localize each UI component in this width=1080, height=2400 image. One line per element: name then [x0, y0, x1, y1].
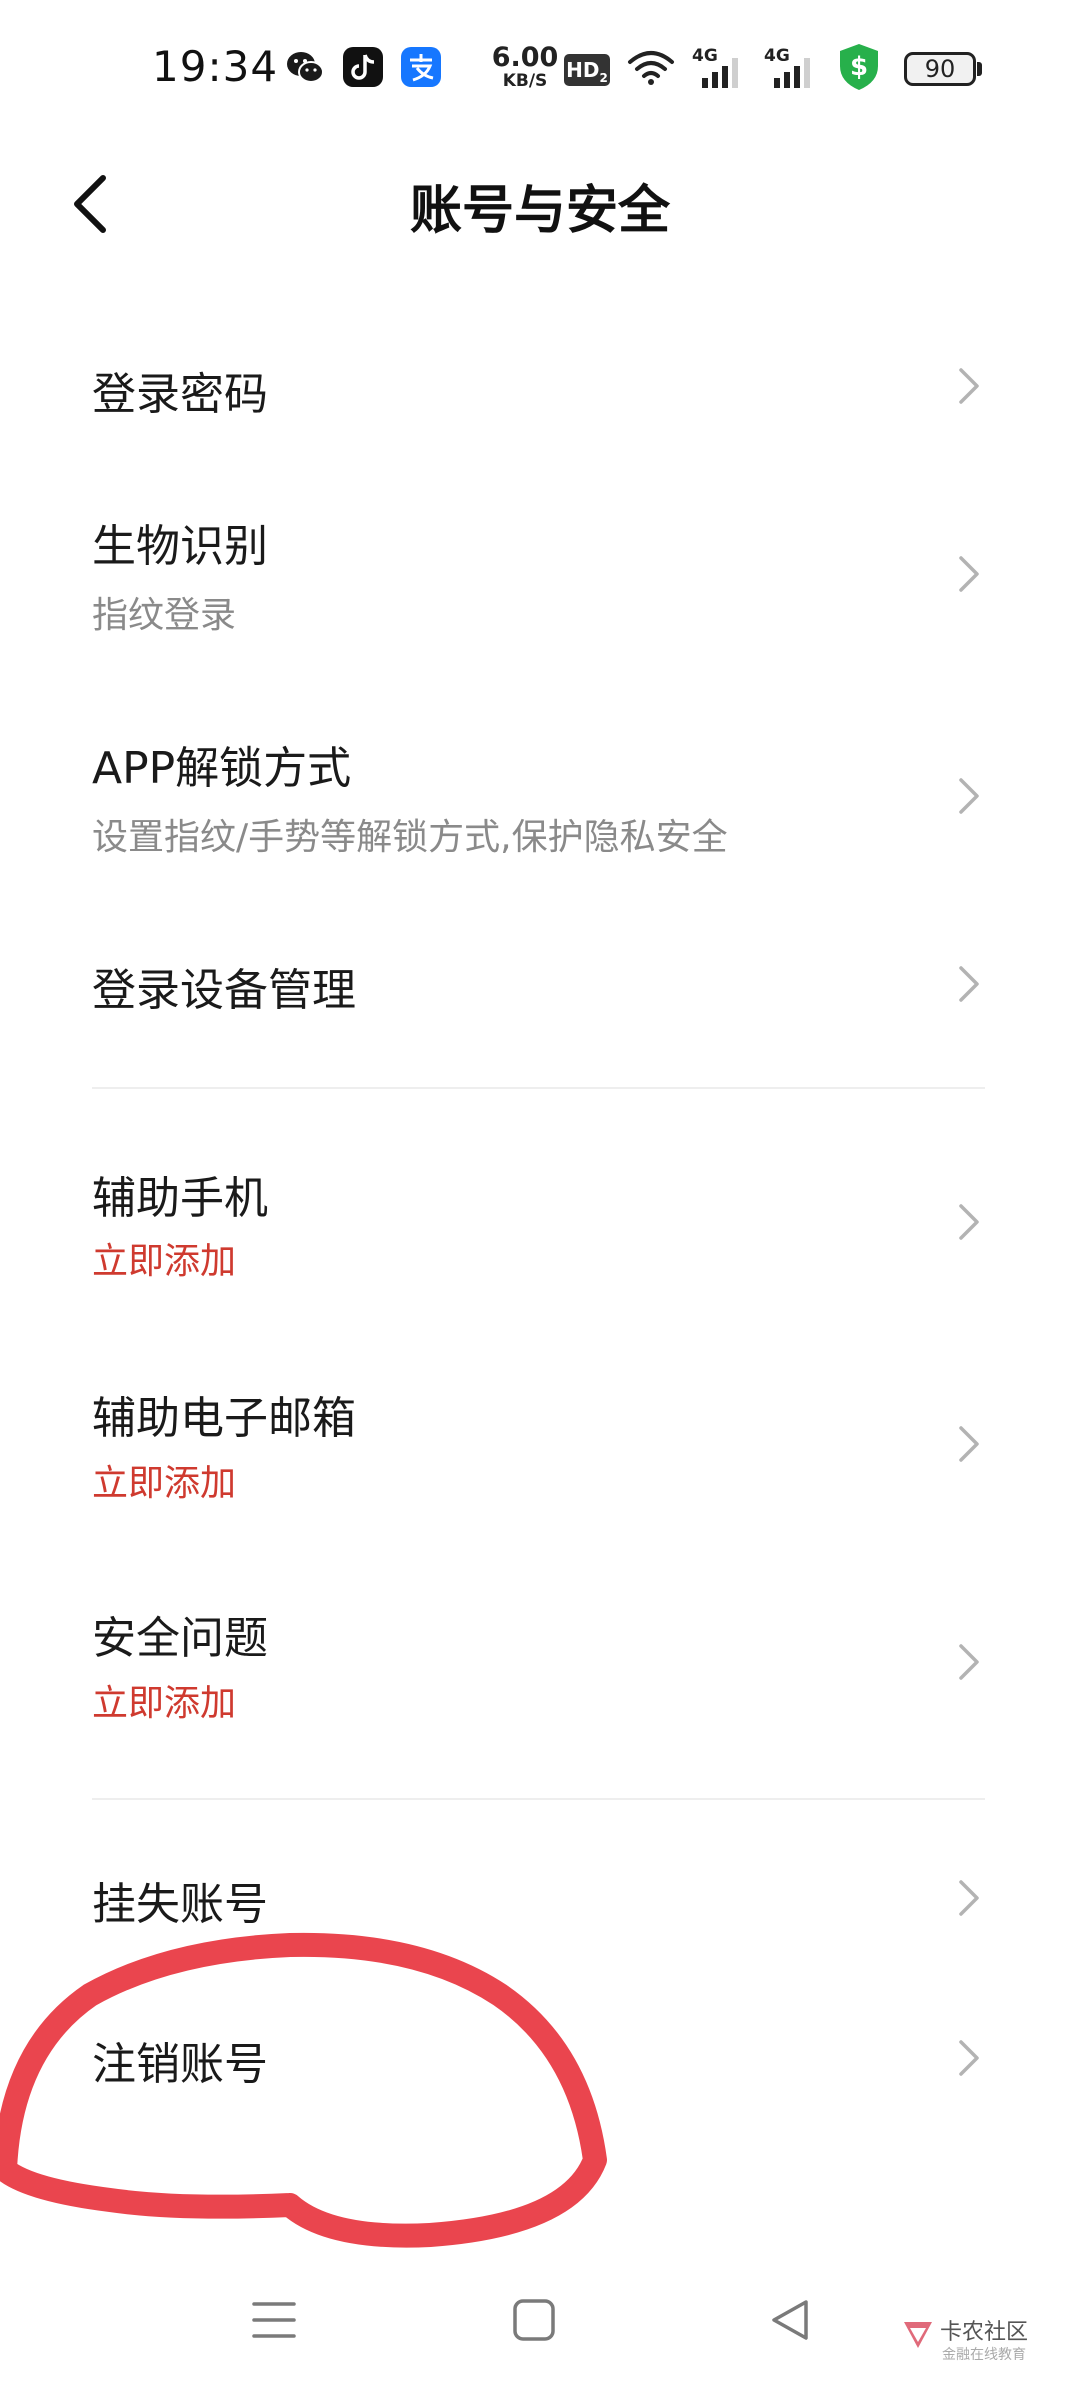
- hd-sub: 2: [599, 71, 608, 85]
- watermark-logo: 卡农社区 金融在线教育: [900, 2310, 1060, 2370]
- row-title: 登录密码: [92, 369, 268, 420]
- menu-icon[interactable]: [250, 2296, 298, 2344]
- chevron-right-icon: [959, 1644, 979, 1680]
- chevron-right-icon: [959, 966, 979, 1002]
- tiktok-icon: [343, 47, 383, 87]
- settings-row-biometrics[interactable]: 生物识别 指纹登录: [0, 490, 1080, 680]
- page-title: 账号与安全: [409, 181, 670, 241]
- add-now-link[interactable]: 立即添加: [92, 1454, 236, 1506]
- status-time: 19:34: [152, 42, 279, 91]
- status-bar: 19:34 6.00 KB/S HD2 4G 4G $ 90: [0, 0, 1080, 140]
- add-now-link[interactable]: 立即添加: [92, 1232, 236, 1284]
- settings-row-backup-phone[interactable]: 辅助手机 立即添加: [0, 1130, 1080, 1320]
- signal-icon: 4G: [764, 46, 818, 88]
- hd-label: HD: [566, 58, 600, 82]
- section-divider: [92, 1087, 985, 1089]
- row-title: 辅助电子邮箱: [92, 1393, 356, 1444]
- chevron-right-icon: [959, 2040, 979, 2076]
- chevron-right-icon: [959, 368, 979, 404]
- watermark-subtext: 金融在线教育: [942, 2347, 1026, 2363]
- row-subtitle: 指纹登录: [92, 595, 237, 636]
- alipay-icon: [401, 47, 441, 87]
- settings-row-login-password[interactable]: 登录密码: [0, 310, 1080, 460]
- chevron-right-icon: [959, 1204, 979, 1240]
- add-now-link[interactable]: 立即添加: [92, 1674, 236, 1726]
- chevron-right-icon: [959, 556, 979, 592]
- kanong-logo-icon: [904, 2322, 932, 2348]
- battery-icon: 90: [904, 52, 976, 86]
- network-speed: 6.00 KB/S: [490, 44, 560, 90]
- network-speed-unit: KB/S: [502, 71, 548, 91]
- row-title: 安全问题: [92, 1613, 268, 1664]
- wechat-icon: [287, 52, 324, 83]
- battery-cap: [977, 62, 982, 76]
- svg-text:$: $: [850, 52, 868, 82]
- back-triangle-icon[interactable]: [766, 2296, 814, 2344]
- settings-row-close-account[interactable]: 注销账号: [0, 1990, 1080, 2135]
- chevron-right-icon: [959, 1426, 979, 1462]
- shield-dollar-icon: $: [840, 44, 878, 90]
- network-speed-value: 6.00: [491, 42, 559, 73]
- settings-row-backup-email[interactable]: 辅助电子邮箱 立即添加: [0, 1350, 1080, 1540]
- chevron-right-icon: [959, 1880, 979, 1916]
- row-title: APP解锁方式: [92, 743, 352, 794]
- row-subtitle: 设置指纹/手势等解锁方式,保护隐私安全: [92, 817, 728, 858]
- settings-row-security-question[interactable]: 安全问题 立即添加: [0, 1570, 1080, 1760]
- account-security-screen: 19:34 6.00 KB/S HD2 4G 4G $ 90 账号与安全 登录密…: [0, 0, 1080, 2400]
- row-title: 生物识别: [92, 521, 268, 572]
- row-title: 辅助手机: [92, 1173, 268, 1224]
- settings-row-report-lost[interactable]: 挂失账号: [0, 1830, 1080, 1975]
- row-title: 注销账号: [92, 2039, 268, 2090]
- signal-icon: 4G: [692, 46, 746, 88]
- wifi-icon: [628, 51, 674, 85]
- watermark-text: 卡农社区: [940, 2320, 1029, 2345]
- section-divider: [92, 1798, 985, 1800]
- settings-row-app-unlock[interactable]: APP解锁方式 设置指纹/手势等解锁方式,保护隐私安全: [0, 710, 1080, 910]
- battery-level: 90: [924, 55, 956, 83]
- chevron-right-icon: [959, 778, 979, 814]
- header: 账号与安全: [0, 140, 1080, 270]
- settings-row-login-devices[interactable]: 登录设备管理: [0, 920, 1080, 1070]
- hd-icon: HD2: [564, 54, 610, 86]
- row-title: 挂失账号: [92, 1879, 268, 1930]
- back-arrow-icon[interactable]: [55, 164, 135, 244]
- row-title: 登录设备管理: [92, 965, 356, 1016]
- home-icon[interactable]: [510, 2296, 558, 2344]
